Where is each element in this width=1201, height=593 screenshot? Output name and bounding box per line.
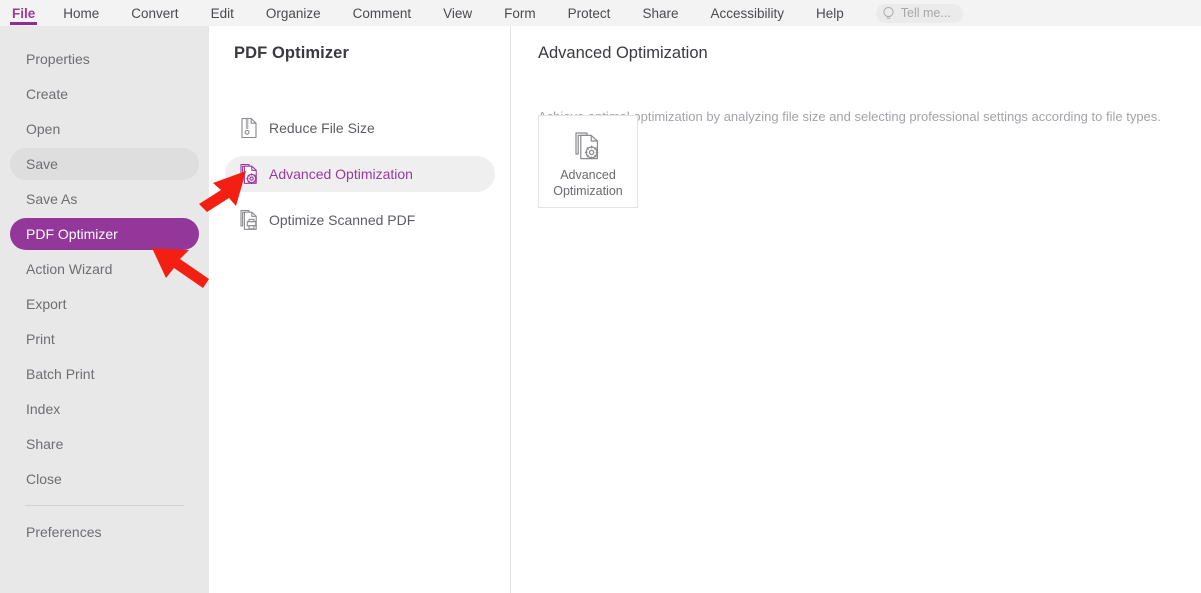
lightbulb-icon: [882, 6, 895, 21]
detail-panel-title: Advanced Optimization: [538, 44, 708, 63]
option-reduce-file-size[interactable]: Reduce File Size: [225, 110, 495, 146]
sidebar-item-batch-print-label: Batch Print: [26, 366, 94, 382]
sidebar-item-preferences-label: Preferences: [26, 524, 101, 540]
sidebar-divider: [25, 505, 184, 506]
sidebar-item-close[interactable]: Close: [10, 463, 199, 495]
menu-item-protect[interactable]: Protect: [552, 0, 627, 26]
option-optimize-scanned-pdf-label: Optimize Scanned PDF: [269, 212, 415, 228]
document-scanner-icon: [239, 209, 259, 231]
document-gear-icon: [573, 130, 603, 162]
sidebar-item-open[interactable]: Open: [10, 113, 199, 145]
advanced-optimization-detail-panel: Advanced Optimization Achieve optimal op…: [512, 26, 1201, 593]
sidebar-item-pdf-optimizer[interactable]: PDF Optimizer: [10, 218, 199, 250]
sidebar-item-create[interactable]: Create: [10, 78, 199, 110]
menu-item-file-label: File: [12, 6, 35, 21]
sidebar-item-export-label: Export: [26, 296, 66, 312]
menu-item-edit-label: Edit: [211, 6, 234, 21]
menu-item-edit[interactable]: Edit: [195, 0, 250, 26]
sidebar-item-save-as[interactable]: Save As: [10, 183, 199, 215]
menu-item-convert[interactable]: Convert: [115, 0, 194, 26]
sidebar-item-properties[interactable]: Properties: [10, 43, 199, 75]
menu-item-comment[interactable]: Comment: [337, 0, 428, 26]
sidebar-item-open-label: Open: [26, 121, 60, 137]
document-gear-icon: [239, 163, 259, 185]
sidebar-item-share-label: Share: [26, 436, 63, 452]
menu-item-help[interactable]: Help: [800, 0, 860, 26]
sidebar-item-save-label: Save: [26, 156, 58, 172]
menu-item-view[interactable]: View: [427, 0, 488, 26]
pdf-optimizer-panel: PDF Optimizer Reduce File Size: [209, 26, 511, 593]
sidebar-item-print[interactable]: Print: [10, 323, 199, 355]
menu-item-accessibility-label: Accessibility: [710, 6, 784, 21]
option-reduce-file-size-label: Reduce File Size: [269, 120, 375, 136]
menu-item-form[interactable]: Form: [488, 0, 552, 26]
menu-item-home[interactable]: Home: [47, 0, 115, 26]
active-tab-underline: [10, 22, 37, 25]
card-label-line-1: Advanced: [542, 167, 634, 183]
sidebar-item-index[interactable]: Index: [10, 393, 199, 425]
main-menu-bar: File Home Convert Edit Organize Comment …: [0, 0, 1201, 26]
pdf-optimizer-backstage: File Home Convert Edit Organize Comment …: [0, 0, 1201, 593]
sidebar-item-close-label: Close: [26, 471, 62, 487]
tell-me-placeholder: Tell me...: [901, 6, 951, 20]
advanced-optimization-card[interactable]: Advanced Optimization: [538, 115, 638, 208]
menu-item-comment-label: Comment: [353, 6, 412, 21]
sidebar-item-properties-label: Properties: [26, 51, 90, 67]
menu-item-organize-label: Organize: [266, 6, 321, 21]
menu-item-form-label: Form: [504, 6, 536, 21]
compressed-document-icon: [239, 117, 259, 139]
sidebar-item-preferences[interactable]: Preferences: [10, 516, 199, 548]
option-advanced-optimization-label: Advanced Optimization: [269, 166, 413, 182]
menu-item-convert-label: Convert: [131, 6, 178, 21]
sidebar-item-share[interactable]: Share: [10, 428, 199, 460]
sidebar-item-action-wizard-label: Action Wizard: [26, 261, 112, 277]
option-advanced-optimization[interactable]: Advanced Optimization: [225, 156, 495, 192]
menu-item-help-label: Help: [816, 6, 844, 21]
sidebar-item-action-wizard[interactable]: Action Wizard: [10, 253, 199, 285]
option-optimize-scanned-pdf[interactable]: Optimize Scanned PDF: [225, 202, 495, 238]
menu-item-home-label: Home: [63, 6, 99, 21]
advanced-optimization-card-label: Advanced Optimization: [542, 167, 634, 199]
sidebar-item-save-as-label: Save As: [26, 191, 77, 207]
pdf-optimizer-panel-title: PDF Optimizer: [234, 44, 349, 63]
menu-item-view-label: View: [443, 6, 472, 21]
menu-item-share-label: Share: [642, 6, 678, 21]
menu-item-protect-label: Protect: [568, 6, 611, 21]
sidebar-item-export[interactable]: Export: [10, 288, 199, 320]
menu-item-accessibility[interactable]: Accessibility: [694, 0, 800, 26]
backstage-sidebar: Properties Create Open Save Save As PDF …: [0, 26, 209, 593]
card-label-line-2: Optimization: [542, 183, 634, 199]
sidebar-item-batch-print[interactable]: Batch Print: [10, 358, 199, 390]
tell-me-search-box[interactable]: Tell me...: [876, 4, 963, 23]
sidebar-item-pdf-optimizer-label: PDF Optimizer: [26, 226, 118, 242]
pdf-optimizer-option-list: Reduce File Size Advanced Optimization: [225, 110, 495, 248]
menu-item-organize[interactable]: Organize: [250, 0, 337, 26]
sidebar-item-index-label: Index: [26, 401, 60, 417]
menu-item-file[interactable]: File: [0, 0, 47, 26]
sidebar-item-save[interactable]: Save: [10, 148, 199, 180]
menu-item-share[interactable]: Share: [626, 0, 694, 26]
sidebar-item-print-label: Print: [26, 331, 55, 347]
sidebar-item-create-label: Create: [26, 86, 68, 102]
